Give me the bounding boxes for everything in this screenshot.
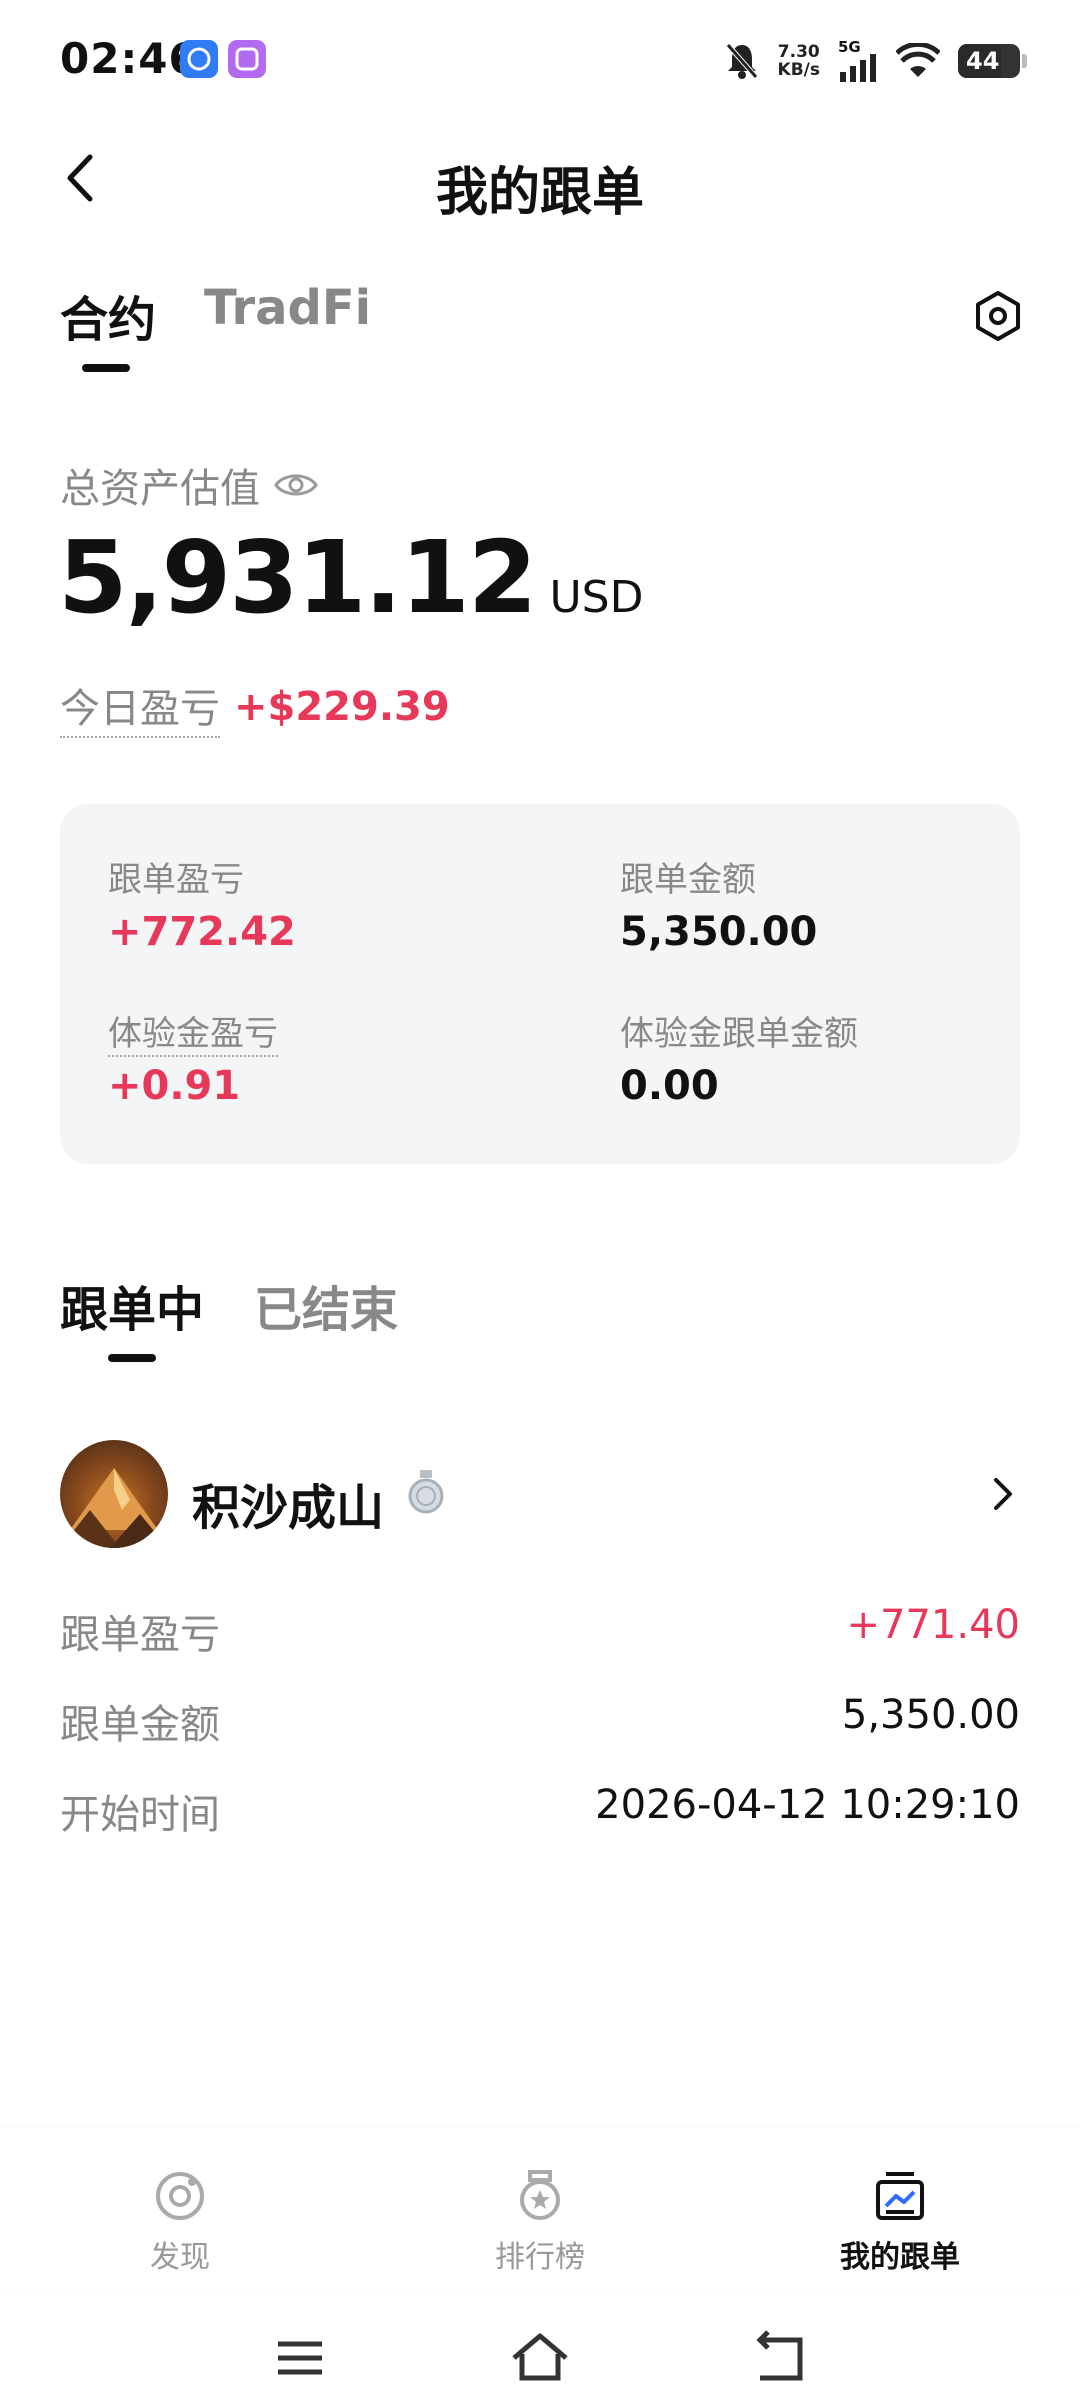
nav-leaderboard[interactable]: 排行榜 <box>440 2168 640 2276</box>
copy-pnl-label: 跟单盈亏 <box>108 860 244 900</box>
nav-discover[interactable]: 发现 <box>80 2168 280 2276</box>
trial-amount-value: 0.00 <box>620 1063 719 1109</box>
status-time: 02:46 <box>60 34 199 83</box>
detail-value: +771.40 <box>846 1602 1020 1648</box>
app-notification-icon-2 <box>228 40 266 78</box>
total-assets-amount: 5,931.12 USD <box>58 519 644 636</box>
copy-pnl-value: +772.42 <box>108 909 296 955</box>
detail-label: 跟单金额 <box>60 1702 220 1748</box>
app-notification-icon <box>180 40 218 78</box>
status-indicators: 7.30 KB/s 5G 44 <box>724 38 1027 84</box>
trader-detail-row: 开始时间 2026-04-12 10:29:10 <box>60 1782 1020 1840</box>
tab-tradfi[interactable]: TradFi <box>204 280 371 336</box>
detail-label: 跟单盈亏 <box>60 1612 220 1658</box>
detail-value: 5,350.00 <box>841 1692 1020 1738</box>
trader-avatar[interactable] <box>60 1440 168 1548</box>
discover-icon <box>156 2172 204 2220</box>
trader-name[interactable]: 积沙成山 <box>192 1468 384 1538</box>
today-pnl-value: +$229.39 <box>234 684 450 730</box>
menu-icon <box>278 2341 322 2375</box>
menu-button[interactable] <box>270 2328 330 2388</box>
page-title: 我的跟单 <box>435 163 644 223</box>
today-pnl-label[interactable]: 今日盈亏 <box>60 676 220 738</box>
total-assets-label: 总资产估值 <box>60 456 318 514</box>
tab-contract[interactable]: 合约 <box>60 280 156 350</box>
leaderboard-icon <box>520 2170 560 2220</box>
detail-value: 2026-04-12 10:29:10 <box>595 1782 1020 1828</box>
trial-pnl-item: 体验金盈亏 +0.91 <box>108 1006 278 1109</box>
back-nav-button[interactable] <box>750 2328 810 2388</box>
settings-icon <box>976 291 1020 341</box>
nav-label: 发现 <box>150 2240 210 2275</box>
today-pnl: 今日盈亏 +$229.39 <box>60 676 450 738</box>
home-icon <box>512 2333 568 2381</box>
battery-indicator: 44 <box>958 44 1027 78</box>
eye-icon[interactable] <box>274 470 318 500</box>
trial-amount-label: 体验金跟单金额 <box>620 1014 858 1054</box>
my-copy-icon <box>876 2172 924 2220</box>
copy-amount-value: 5,350.00 <box>620 909 818 955</box>
nav-label: 排行榜 <box>495 2240 585 2275</box>
copy-amount-label: 跟单金额 <box>620 860 756 900</box>
nav-label: 我的跟单 <box>840 2240 960 2275</box>
tab-ended[interactable]: 已结束 <box>254 1270 398 1340</box>
copy-summary-card: 跟单盈亏 +772.42 跟单金额 5,350.00 体验金盈亏 +0.91 体… <box>60 804 1020 1164</box>
signal-icon <box>840 54 876 82</box>
trial-amount-item: 体验金跟单金额 0.00 <box>620 1006 858 1109</box>
tab-following[interactable]: 跟单中 <box>60 1270 204 1340</box>
bottom-nav: 发现 排行榜 我的跟单 <box>0 2128 1080 2288</box>
return-icon <box>756 2330 803 2381</box>
trial-pnl-label[interactable]: 体验金盈亏 <box>108 1014 278 1057</box>
chevron-right-icon <box>994 1478 1012 1510</box>
trial-pnl-value: +0.91 <box>108 1063 241 1109</box>
currency-unit: USD <box>549 572 644 623</box>
trader-detail-button[interactable] <box>980 1472 1024 1516</box>
nav-my-copy[interactable]: 我的跟单 <box>800 2168 1000 2276</box>
wifi-icon <box>896 43 940 77</box>
trader-detail-row: 跟单盈亏 +771.40 <box>60 1602 1020 1660</box>
tab-active-indicator <box>82 364 130 372</box>
home-button[interactable] <box>510 2328 570 2388</box>
sub-tab-active-indicator <box>108 1354 156 1362</box>
trader-detail-row: 跟单金额 5,350.00 <box>60 1692 1020 1750</box>
copy-amount-item: 跟单金额 5,350.00 <box>620 852 817 955</box>
net-speed: 7.30 KB/s <box>777 42 820 80</box>
detail-label: 开始时间 <box>60 1792 220 1838</box>
settings-button[interactable] <box>972 290 1024 342</box>
cell-signal: 5G <box>838 40 878 82</box>
copy-pnl-item: 跟单盈亏 +772.42 <box>108 852 296 955</box>
system-nav-bar <box>0 2288 1080 2408</box>
mute-bell-icon <box>725 43 758 79</box>
medal-icon <box>402 1468 450 1516</box>
